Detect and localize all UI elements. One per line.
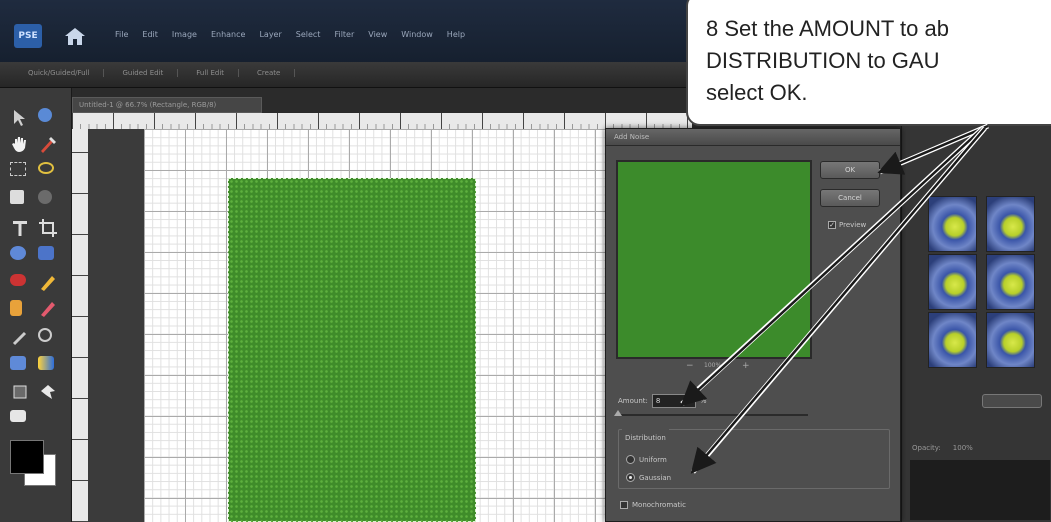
mode-tab-guided[interactable]: Guided Edit [122,69,179,77]
menu-file[interactable]: File [115,30,128,39]
marquee-tool-icon[interactable] [10,162,26,176]
smudge-tool-icon[interactable] [10,328,30,348]
panel-apply-button[interactable] [982,394,1042,408]
add-noise-dialog: Add Noise − 100% + OK Cancel ✓ Preview A… [605,128,901,522]
uniform-label: Uniform [639,455,667,464]
vertical-ruler [72,129,88,522]
noise-preview[interactable] [616,160,812,359]
move-tool-icon[interactable] [10,108,30,128]
dialog-title: Add Noise [614,133,650,141]
green-rectangle-selection[interactable] [228,178,476,522]
menu-items: File Edit Image Enhance Layer Select Fil… [115,30,465,39]
effects-panel: Opacity: 100% [901,88,1051,522]
menu-image[interactable]: Image [172,30,197,39]
type-tool-icon[interactable] [10,218,30,238]
effect-thumbnail[interactable] [928,196,977,252]
zoom-out-button[interactable]: − [686,361,694,371]
distribution-label: Distribution [625,434,666,442]
shape-tool-icon[interactable] [10,382,30,402]
brush-tool-icon[interactable] [38,298,58,318]
monochromatic-checkbox-box[interactable] [620,501,628,509]
menu-help[interactable]: Help [447,30,465,39]
quick-selection-icon[interactable] [38,190,52,204]
menu-view[interactable]: View [368,30,387,39]
effect-thumbnail[interactable] [928,312,977,368]
ok-button[interactable]: OK [820,161,880,179]
cancel-button[interactable]: Cancel [820,189,880,207]
monochromatic-checkbox[interactable]: Monochromatic [620,501,686,509]
effect-thumbnail[interactable] [986,312,1035,368]
mode-tab-full[interactable]: Full Edit [196,69,240,77]
magic-wand-icon[interactable] [10,190,24,204]
amount-slider-thumb[interactable] [614,410,622,416]
paint-bucket-icon[interactable] [10,356,26,370]
hand-tool-icon[interactable] [10,134,30,154]
amount-input[interactable]: 8 [651,394,696,408]
instruction-callout: 8 Set the AMOUNT to ab DISTRIBUTION to G… [686,0,1051,126]
spot-healing-icon[interactable] [38,246,54,260]
zoom-tool-icon[interactable] [38,108,52,122]
canvas-pasteboard [88,129,144,522]
amount-unit: % [699,397,707,405]
amount-label: Amount: [618,397,648,405]
preview-zoom-bar: − 100% + [616,361,812,373]
gaussian-label: Gaussian [639,473,672,482]
callout-line-1: 8 Set the AMOUNT to ab [706,16,949,41]
zoom-level: 100% [704,362,722,369]
gaussian-option[interactable]: Gaussian [626,473,671,482]
home-icon[interactable] [64,26,86,46]
mode-tabs: Quick/Guided/Full Guided Edit Full Edit … [28,69,296,77]
eraser-tool-icon[interactable] [10,300,22,316]
clone-stamp-icon[interactable] [10,274,26,286]
red-eye-icon[interactable] [10,246,26,260]
opacity-value[interactable]: 100% [953,444,973,452]
menu-enhance[interactable]: Enhance [211,30,246,39]
preview-checkbox-box[interactable]: ✓ [828,221,836,229]
opacity-label: Opacity: [912,444,941,452]
pencil-tool-icon[interactable] [38,272,58,292]
dialog-title-bar[interactable]: Add Noise [606,129,900,146]
zoom-in-button[interactable]: + [742,361,750,371]
distribution-legend: Distribution [622,425,669,444]
menu-filter[interactable]: Filter [334,30,354,39]
preview-checkbox[interactable]: ✓ Preview [828,221,866,229]
mode-tab-create[interactable]: Create [257,69,296,77]
lasso-tool-icon[interactable] [38,162,54,174]
tool-panel [0,88,72,522]
effect-thumbnail[interactable] [986,254,1035,310]
layers-panel-tabs: Opacity: 100% [912,444,973,452]
horizontal-ruler [72,113,692,129]
menu-select[interactable]: Select [296,30,321,39]
gradient-tool-icon[interactable] [38,356,54,370]
gaussian-radio[interactable] [626,473,635,482]
effect-thumbnail[interactable] [986,196,1035,252]
callout-line-3: select OK. [706,80,808,105]
effect-thumbnail[interactable] [928,254,977,310]
monochromatic-label: Monochromatic [632,501,686,509]
camera-tool-icon[interactable] [10,410,26,422]
document-tab-label: Untitled-1 @ 66.7% (Rectangle, RGB/8) [79,101,217,109]
mode-tab-quick[interactable]: Quick/Guided/Full [28,69,105,77]
layers-list[interactable] [910,460,1050,520]
crop-tool-icon[interactable] [38,218,58,238]
screenshot: PSE File Edit Image Enhance Layer Select… [0,0,1051,522]
uniform-radio[interactable] [626,455,635,464]
menu-layer[interactable]: Layer [259,30,281,39]
menu-window[interactable]: Window [401,30,433,39]
foreground-color-swatch[interactable] [10,440,44,474]
app-logo-icon[interactable]: PSE [14,24,42,48]
menu-edit[interactable]: Edit [142,30,158,39]
amount-row: Amount: 8 % [618,394,707,408]
document-tab[interactable]: Untitled-1 @ 66.7% (Rectangle, RGB/8) [72,97,262,113]
sponge-tool-icon[interactable] [38,328,52,342]
uniform-option[interactable]: Uniform [626,455,667,464]
preview-checkbox-label: Preview [839,221,867,229]
custom-shape-icon[interactable] [38,382,58,402]
amount-slider-track[interactable] [618,414,808,416]
callout-line-2: DISTRIBUTION to GAU [706,48,940,73]
eyedropper-icon[interactable] [38,134,58,154]
